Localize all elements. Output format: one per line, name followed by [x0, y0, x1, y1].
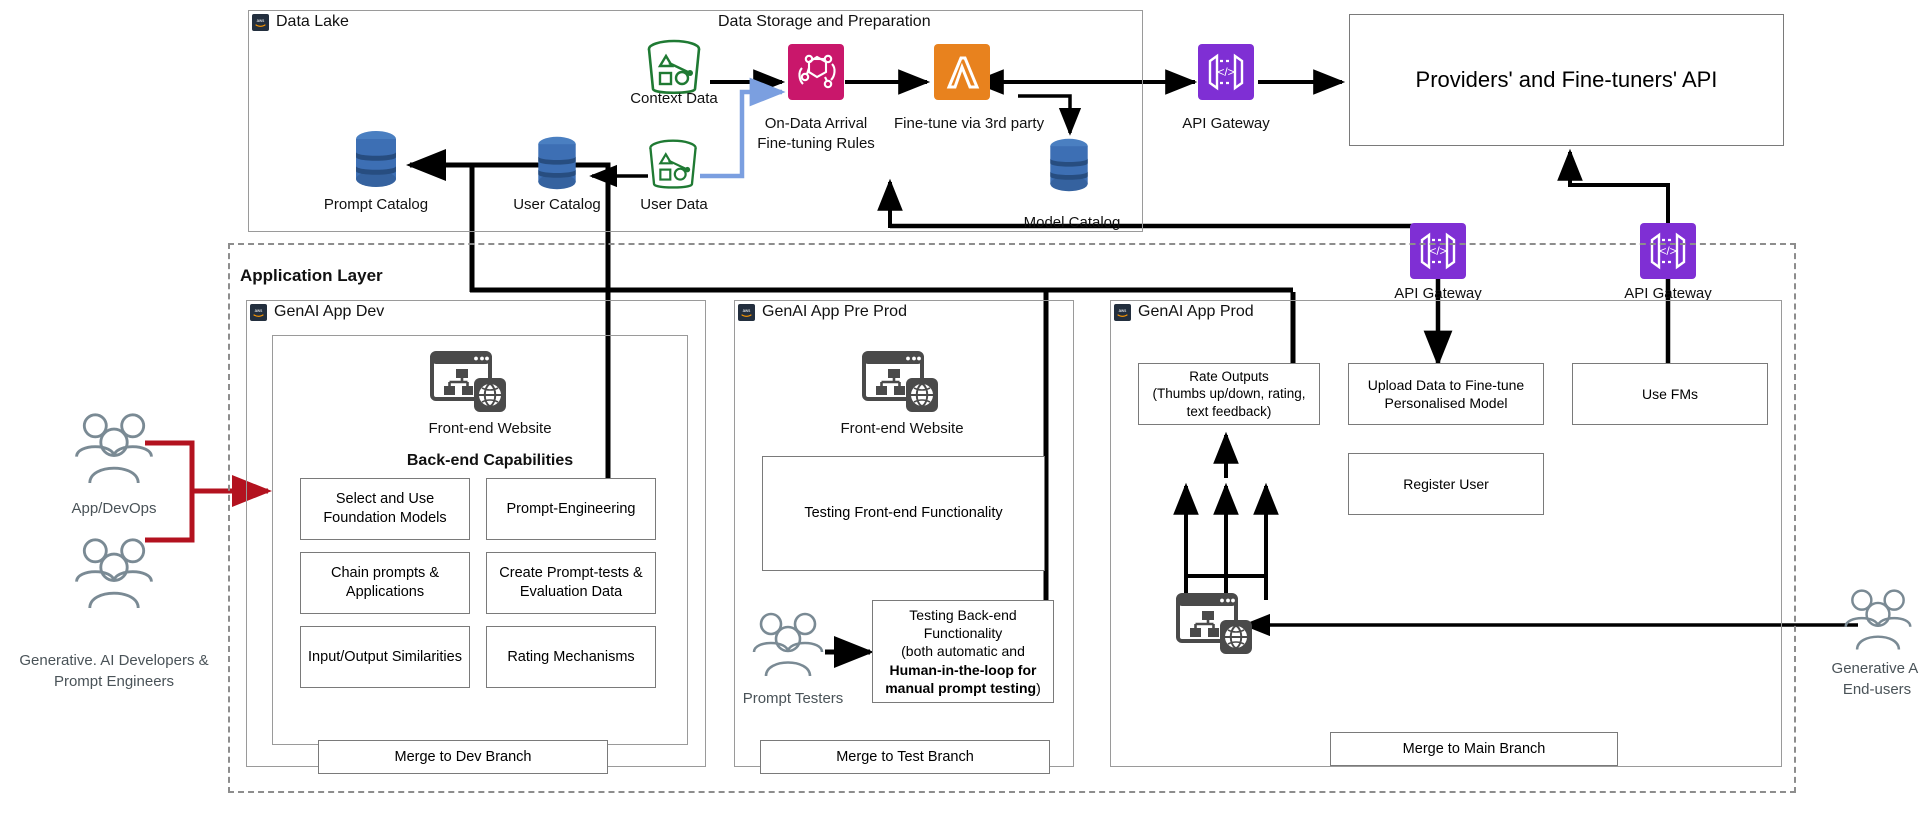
register-user-box[interactable]: Register User: [1348, 453, 1544, 515]
providers-api-box: Providers' and Fine-tuners' API: [1349, 14, 1784, 146]
genai-devs-label-line2: Prompt Engineers: [53, 673, 175, 690]
testing-frontend-label: Testing Front-end Functionality: [804, 505, 1003, 522]
use-fms-label: Use FMs: [1642, 385, 1698, 402]
svg-text:</>: </>: [1217, 65, 1234, 79]
testing-backend-line2: Functionality: [923, 625, 1003, 642]
application-layer-label: Application Layer: [240, 266, 383, 285]
ondata-rules-label-line2: Fine-tuning Rules: [757, 135, 875, 152]
merge-to-dev-branch-box[interactable]: Merge to Dev Branch: [318, 740, 608, 774]
green-data-bucket-icon-userdata: [640, 138, 706, 199]
data-lake-label: Data Lake: [276, 13, 349, 30]
capability-label: Prompt-Engineering: [506, 500, 636, 517]
capability-box-select-foundation-models[interactable]: Select and Use Foundation Models: [300, 478, 470, 540]
svg-text:aws: aws: [743, 308, 751, 313]
prompt-testers-label: Prompt Testers: [742, 690, 844, 707]
capability-label: Create Prompt-tests & Evaluation Data: [499, 565, 643, 600]
front-end-website-label-dev: Front-end Website: [428, 420, 552, 437]
rate-outputs-line3: text feedback): [1186, 403, 1272, 419]
svg-text:aws: aws: [255, 308, 263, 313]
capability-box-chain-prompts[interactable]: Chain prompts & Applications: [300, 552, 470, 614]
capability-label: Chain prompts & Applications: [331, 565, 439, 600]
api-gateway-1-label: API Gateway: [1182, 115, 1270, 132]
upload-data-box[interactable]: Upload Data to Fine-tune Personalised Mo…: [1348, 363, 1544, 425]
testing-backend-functionality-box[interactable]: Testing Back-end Functionality (both aut…: [872, 600, 1054, 703]
upload-data-line2: Personalised Model: [1384, 395, 1508, 411]
context-data-label: Context Data: [630, 90, 718, 107]
lambda-icon: [934, 44, 990, 100]
testing-backend-line4: Human-in-the-loop for: [889, 661, 1037, 678]
capability-label: Rating Mechanisms: [507, 648, 635, 665]
users-group-icon-endusers: [1840, 586, 1916, 656]
blue-database-icon-usercatalog: [528, 134, 586, 197]
users-group-icon-testers: [748, 610, 828, 682]
finetune-3p-label: Fine-tune via 3rd party: [894, 115, 1045, 132]
capability-box-input-output-similarities[interactable]: Input/Output Similarities: [300, 626, 470, 688]
rate-outputs-box[interactable]: Rate Outputs (Thumbs up/down, rating, te…: [1138, 363, 1320, 425]
capability-box-rating-mechanisms[interactable]: Rating Mechanisms: [486, 626, 656, 688]
capability-label: Select and Use Foundation Models: [323, 491, 447, 526]
back-end-capabilities-title: Back-end Capabilities: [406, 452, 574, 469]
aws-logo-icon-prod: aws: [1114, 304, 1131, 321]
end-users-label-line2: End-users: [1842, 681, 1912, 698]
front-end-website-icon-prod: [1176, 592, 1256, 663]
blue-database-icon-prompt: [345, 128, 407, 195]
genai-devs-label-line1: Generative. AI Developers &: [19, 652, 209, 669]
user-data-label: User Data: [640, 196, 708, 213]
aws-logo-icon-datalake: aws: [252, 14, 269, 31]
testing-frontend-functionality-box[interactable]: Testing Front-end Functionality: [762, 456, 1045, 571]
user-catalog-label: User Catalog: [513, 196, 601, 213]
capability-box-prompt-engineering[interactable]: Prompt-Engineering: [486, 478, 656, 540]
testing-backend-line5: manual prompt testing: [885, 679, 1037, 696]
model-catalog-label: Model Catalog: [1023, 214, 1121, 231]
api-gateway-icon-1: </>: [1198, 44, 1254, 100]
testing-backend-line5-tail: ): [1036, 679, 1041, 696]
users-group-icon-appdevops: [70, 410, 158, 490]
front-end-website-icon-dev: [430, 350, 510, 421]
rate-outputs-line1: Rate Outputs: [1189, 368, 1269, 384]
capability-box-create-prompt-tests[interactable]: Create Prompt-tests & Evaluation Data: [486, 552, 656, 614]
eventbridge-icon: [788, 44, 844, 100]
providers-api-label: Providers' and Fine-tuners' API: [1415, 66, 1718, 92]
front-end-website-label-preprod: Front-end Website: [840, 420, 964, 437]
ondata-rules-label-line1: On-Data Arrival: [764, 115, 868, 132]
svg-text:aws: aws: [257, 18, 265, 23]
aws-logo-icon-preprod: aws: [738, 304, 755, 321]
merge-label: Merge to Main Branch: [1402, 740, 1546, 757]
app-devops-label: App/DevOps: [71, 500, 157, 517]
genai-app-pre-prod-label: GenAI App Pre Prod: [762, 303, 907, 320]
merge-label: Merge to Dev Branch: [394, 748, 532, 765]
genai-app-prod-label: GenAI App Prod: [1138, 303, 1254, 320]
merge-to-test-branch-box[interactable]: Merge to Test Branch: [760, 740, 1050, 774]
merge-to-main-branch-box[interactable]: Merge to Main Branch: [1330, 732, 1618, 766]
end-users-label-line1: Generative AI: [1831, 660, 1919, 677]
register-user-label: Register User: [1403, 475, 1489, 492]
svg-text:aws: aws: [1119, 308, 1127, 313]
genai-app-dev-label: GenAI App Dev: [274, 303, 385, 320]
testing-backend-line1: Testing Back-end: [909, 607, 1017, 624]
aws-logo-icon-appdev: aws: [250, 304, 267, 321]
rate-outputs-line2: (Thumbs up/down, rating,: [1152, 386, 1306, 402]
prompt-catalog-label: Prompt Catalog: [323, 196, 429, 213]
front-end-website-icon-preprod: [862, 350, 942, 421]
blue-database-icon-modelcatalog: [1040, 136, 1098, 199]
testing-backend-line3: (both automatic and: [901, 643, 1025, 660]
data-storage-preparation-title: Data Storage and Preparation: [718, 13, 931, 30]
merge-label: Merge to Test Branch: [836, 748, 974, 765]
users-group-icon-genaidevs: [70, 535, 158, 615]
use-fms-box[interactable]: Use FMs: [1572, 363, 1768, 425]
capability-label: Input/Output Similarities: [308, 648, 462, 665]
upload-data-line1: Upload Data to Fine-tune: [1367, 376, 1525, 393]
